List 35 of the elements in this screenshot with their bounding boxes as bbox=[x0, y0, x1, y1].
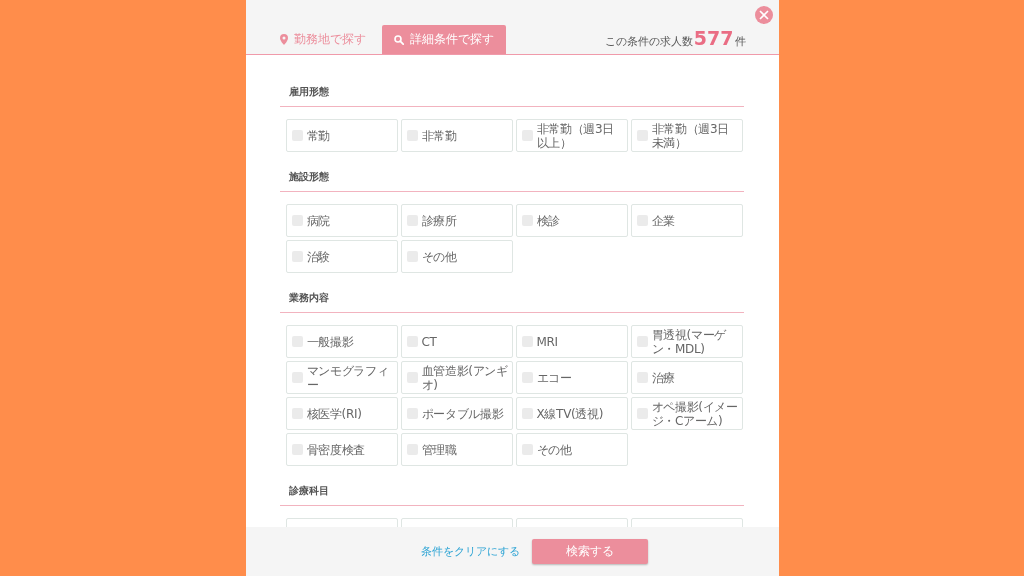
option-checkbox[interactable]: MRI bbox=[515, 325, 628, 358]
option-checkbox[interactable]: CT bbox=[400, 325, 513, 358]
close-icon bbox=[758, 10, 769, 20]
option-checkbox[interactable]: 非常勤（週3日以上） bbox=[515, 119, 628, 152]
option-checkbox[interactable]: X線TV(透視) bbox=[515, 397, 628, 430]
option-checkbox[interactable]: エコー bbox=[515, 361, 628, 394]
option-checkbox[interactable]: 常勤 bbox=[285, 119, 398, 152]
option-checkbox[interactable]: その他 bbox=[400, 240, 513, 273]
search-icon bbox=[393, 34, 404, 45]
option-checkbox[interactable]: ポータブル撮影 bbox=[400, 397, 513, 430]
section-title: 診療科目 bbox=[287, 484, 329, 498]
option-checkbox[interactable]: 検診 bbox=[515, 204, 628, 237]
option-checkbox[interactable]: 非常勤（週3日未満） bbox=[630, 119, 743, 152]
option-checkbox[interactable]: 核医学(RI) bbox=[285, 397, 398, 430]
result-count-unit: 件 bbox=[734, 34, 746, 49]
option-checkbox[interactable]: 病院 bbox=[285, 204, 398, 237]
section-title: 雇用形態 bbox=[287, 85, 329, 99]
option-checkbox[interactable]: 胃透視(マーゲン・MDL) bbox=[630, 325, 743, 358]
location-pin-icon bbox=[279, 34, 288, 45]
option-checkbox[interactable]: オペ撮影(イメージ・Cアーム) bbox=[630, 397, 743, 430]
result-count: 577 bbox=[693, 27, 734, 49]
section-title: 施設形態 bbox=[287, 170, 329, 184]
option-checkbox[interactable]: 骨密度検査 bbox=[285, 433, 398, 466]
option-checkbox[interactable]: 診療所 bbox=[400, 204, 513, 237]
result-count-label: この条件の求人数 bbox=[604, 34, 693, 49]
option-checkbox[interactable]: マンモグラフィー bbox=[285, 361, 398, 394]
option-checkbox[interactable]: 血管造影(アンギオ) bbox=[400, 361, 513, 394]
option-checkbox[interactable]: 一般撮影 bbox=[285, 325, 398, 358]
section-title: 業務内容 bbox=[287, 291, 329, 305]
option-checkbox[interactable]: その他 bbox=[515, 433, 628, 466]
option-checkbox[interactable]: 非常勤 bbox=[400, 119, 513, 152]
option-checkbox[interactable]: 企業 bbox=[630, 204, 743, 237]
option-checkbox[interactable]: 治療 bbox=[630, 361, 743, 394]
option-checkbox[interactable]: 管理職 bbox=[400, 433, 513, 466]
option-checkbox[interactable]: 治験 bbox=[285, 240, 398, 273]
